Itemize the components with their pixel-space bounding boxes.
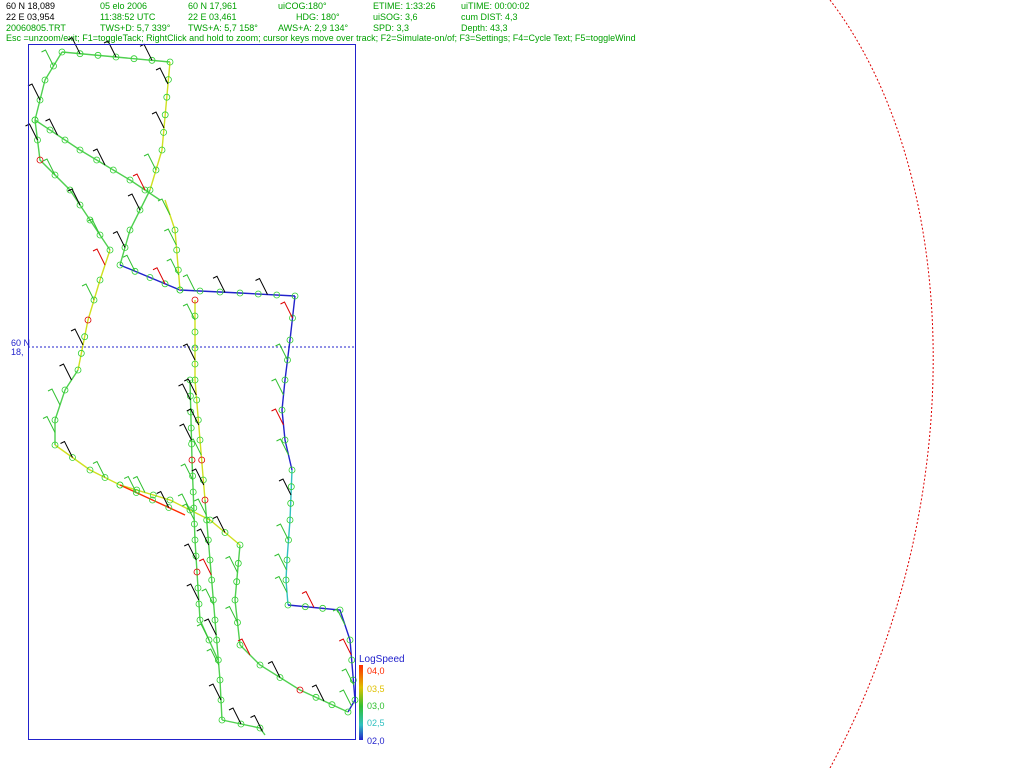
legend-tick-4-0: 04,0 (367, 666, 385, 676)
plot-frame (28, 44, 356, 740)
legend-tick-3-0: 03,0 (367, 701, 385, 711)
legend-tick-3-5: 03,5 (367, 684, 385, 694)
legend-tick-2-0: 02,0 (367, 736, 385, 746)
legend-title: LogSpeed (359, 654, 405, 665)
range-circle (829, 0, 934, 768)
latitude-label-min: 18, (11, 347, 24, 357)
legend-tick-2-5: 02,5 (367, 718, 385, 728)
legend-color-bar (359, 665, 363, 740)
